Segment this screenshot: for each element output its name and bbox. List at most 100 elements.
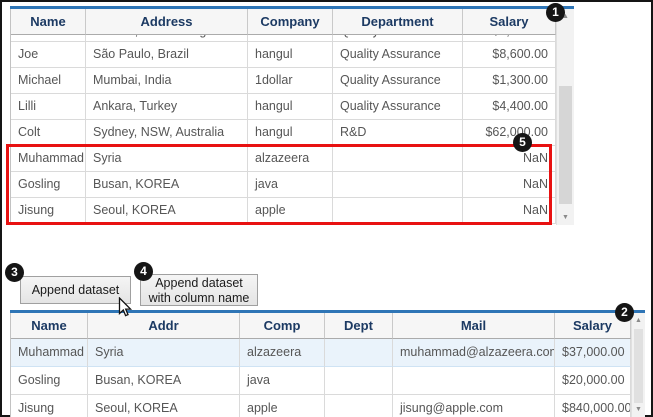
source-grid-header: Name Address Company Department Salary <box>11 9 556 35</box>
table-row[interactable]: Gosling Busan, KOREA java $20,000.00 <box>11 367 631 395</box>
cell[interactable]: Lilli <box>11 94 86 120</box>
screenshot-root: { "grid1": { "columns": ["Name", "Addres… <box>0 0 653 417</box>
column-header-comp[interactable]: Comp <box>240 313 325 339</box>
cell[interactable]: Quality Assurance <box>333 68 463 94</box>
cell[interactable]: alzazeera <box>240 339 325 367</box>
cell[interactable]: R&D <box>333 120 463 146</box>
cell[interactable]: Seoul, KOREA <box>86 198 248 224</box>
cell[interactable]: apple <box>248 198 333 224</box>
cell[interactable]: 1dollar <box>248 35 333 42</box>
cell[interactable] <box>393 367 555 395</box>
cell[interactable]: Quality Assurance <box>333 35 463 42</box>
cell[interactable]: Jisung <box>11 395 88 417</box>
cell[interactable]: Gosling <box>11 367 88 395</box>
cell[interactable] <box>325 395 393 417</box>
cell[interactable]: São Paulo, Brazil <box>86 42 248 68</box>
result-grid-table: Name Addr Comp Dept Mail Salary Muhammad… <box>11 313 631 417</box>
source-grid-table: Name Address Company Department Salary L… <box>11 9 556 225</box>
cell[interactable]: apple <box>240 395 325 417</box>
column-header-name[interactable]: Name <box>11 9 86 35</box>
scroll-up-icon[interactable]: ▲ <box>632 313 645 328</box>
table-row-selected[interactable]: Muhammad Syria alzazeera muhammad@alzaze… <box>11 339 631 367</box>
cell[interactable]: $8,600.00 <box>463 42 556 68</box>
cell[interactable]: NaN <box>463 172 556 198</box>
table-row[interactable]: Colt Sydney, NSW, Australia hangul R&D $… <box>11 120 556 146</box>
cell[interactable]: Mumbai, India <box>86 68 248 94</box>
cell[interactable]: Muhammad <box>11 146 86 172</box>
cell[interactable] <box>333 198 463 224</box>
scrollbar-thumb[interactable] <box>634 329 643 403</box>
cell[interactable]: Syria <box>86 146 248 172</box>
table-row[interactable]: Joe São Paulo, Brazil hangul Quality Ass… <box>11 42 556 68</box>
cell[interactable]: Joe <box>11 42 86 68</box>
cell[interactable]: Jisung <box>11 198 86 224</box>
result-grid-vertical-scrollbar[interactable]: ▲ ▼ <box>631 313 645 417</box>
cell[interactable]: Busan, KOREA <box>88 367 240 395</box>
cell[interactable]: hangul <box>248 42 333 68</box>
cell[interactable]: NaN <box>463 198 556 224</box>
cell[interactable] <box>325 339 393 367</box>
cell[interactable]: hangul <box>248 94 333 120</box>
button-label-line1: Append dataset <box>155 276 243 290</box>
cell[interactable]: NaN <box>463 146 556 172</box>
column-header-addr[interactable]: Addr <box>88 313 240 339</box>
annotation-badge-5: 5 <box>513 133 532 152</box>
cell[interactable]: muhammad@alzazeera.com <box>393 339 555 367</box>
source-grid: Name Address Company Department Salary L… <box>10 6 574 225</box>
column-header-mail[interactable]: Mail <box>393 313 555 339</box>
table-row[interactable]: Lilli Ankara, Turkey hangul Quality Assu… <box>11 94 556 120</box>
annotation-badge-3: 3 <box>5 263 24 282</box>
cell[interactable] <box>325 367 393 395</box>
cell[interactable]: Quality Assurance <box>333 42 463 68</box>
table-row-appended[interactable]: Jisung Seoul, KOREA apple NaN <box>11 198 556 224</box>
cell[interactable]: Ankara, Turkey <box>86 94 248 120</box>
result-grid: Name Addr Comp Dept Mail Salary Muhammad… <box>10 310 645 417</box>
column-header-address[interactable]: Address <box>86 9 248 35</box>
cell[interactable]: hangul <box>248 120 333 146</box>
column-header-company[interactable]: Company <box>248 9 333 35</box>
cell[interactable]: $62,000.00 <box>463 120 556 146</box>
cell[interactable]: Sydney, NSW, Australia <box>86 120 248 146</box>
cell[interactable]: $20,000.00 <box>555 367 631 395</box>
scroll-down-icon[interactable]: ▼ <box>557 210 574 225</box>
result-grid-header: Name Addr Comp Dept Mail Salary <box>11 313 631 339</box>
table-row[interactable]: Jisung Seoul, KOREA apple jisung@apple.c… <box>11 395 631 417</box>
cell[interactable]: jisung@apple.com <box>393 395 555 417</box>
cell[interactable]: London, United Kingdom <box>86 35 248 42</box>
annotation-badge-4: 4 <box>134 262 153 281</box>
cell[interactable]: $4,400.00 <box>463 94 556 120</box>
cell[interactable]: $3,600.00 <box>463 35 556 42</box>
column-header-name[interactable]: Name <box>11 313 88 339</box>
cell[interactable]: 1dollar <box>248 68 333 94</box>
annotation-badge-2: 2 <box>615 303 634 322</box>
table-row[interactable]: Michael Mumbai, India 1dollar Quality As… <box>11 68 556 94</box>
cell[interactable]: Colt <box>11 120 86 146</box>
append-dataset-button[interactable]: Append dataset <box>20 276 131 304</box>
column-header-dept[interactable]: Dept <box>325 313 393 339</box>
cell[interactable]: Gosling <box>11 172 86 198</box>
cell[interactable] <box>333 146 463 172</box>
cell[interactable]: java <box>240 367 325 395</box>
scrollbar-thumb[interactable] <box>559 86 572 204</box>
cell[interactable]: $840,000.00 <box>555 395 631 417</box>
column-header-department[interactable]: Department <box>333 9 463 35</box>
cell[interactable] <box>333 172 463 198</box>
cell[interactable]: Seoul, KOREA <box>88 395 240 417</box>
clipped-scrolled-row[interactable]: Liza London, United Kingdom 1dollar Qual… <box>11 35 556 42</box>
cell[interactable]: Michael <box>11 68 86 94</box>
cell[interactable]: $37,000.00 <box>555 339 631 367</box>
cell[interactable]: alzazeera <box>248 146 333 172</box>
source-grid-vertical-scrollbar[interactable]: ▲ ▼ <box>556 9 574 225</box>
append-dataset-with-column-name-button[interactable]: Append dataset with column name <box>140 274 258 306</box>
scroll-down-icon[interactable]: ▼ <box>632 402 645 417</box>
cell[interactable]: Liza <box>11 35 86 42</box>
cell[interactable]: java <box>248 172 333 198</box>
cell[interactable]: Quality Assurance <box>333 94 463 120</box>
cell[interactable]: $1,300.00 <box>463 68 556 94</box>
cell[interactable]: Busan, KOREA <box>86 172 248 198</box>
cell[interactable]: Muhammad <box>11 339 88 367</box>
table-row-appended[interactable]: Muhammad Syria alzazeera NaN <box>11 146 556 172</box>
cell[interactable]: Syria <box>88 339 240 367</box>
column-header-salary[interactable]: Salary <box>463 9 556 35</box>
table-row-appended[interactable]: Gosling Busan, KOREA java NaN <box>11 172 556 198</box>
